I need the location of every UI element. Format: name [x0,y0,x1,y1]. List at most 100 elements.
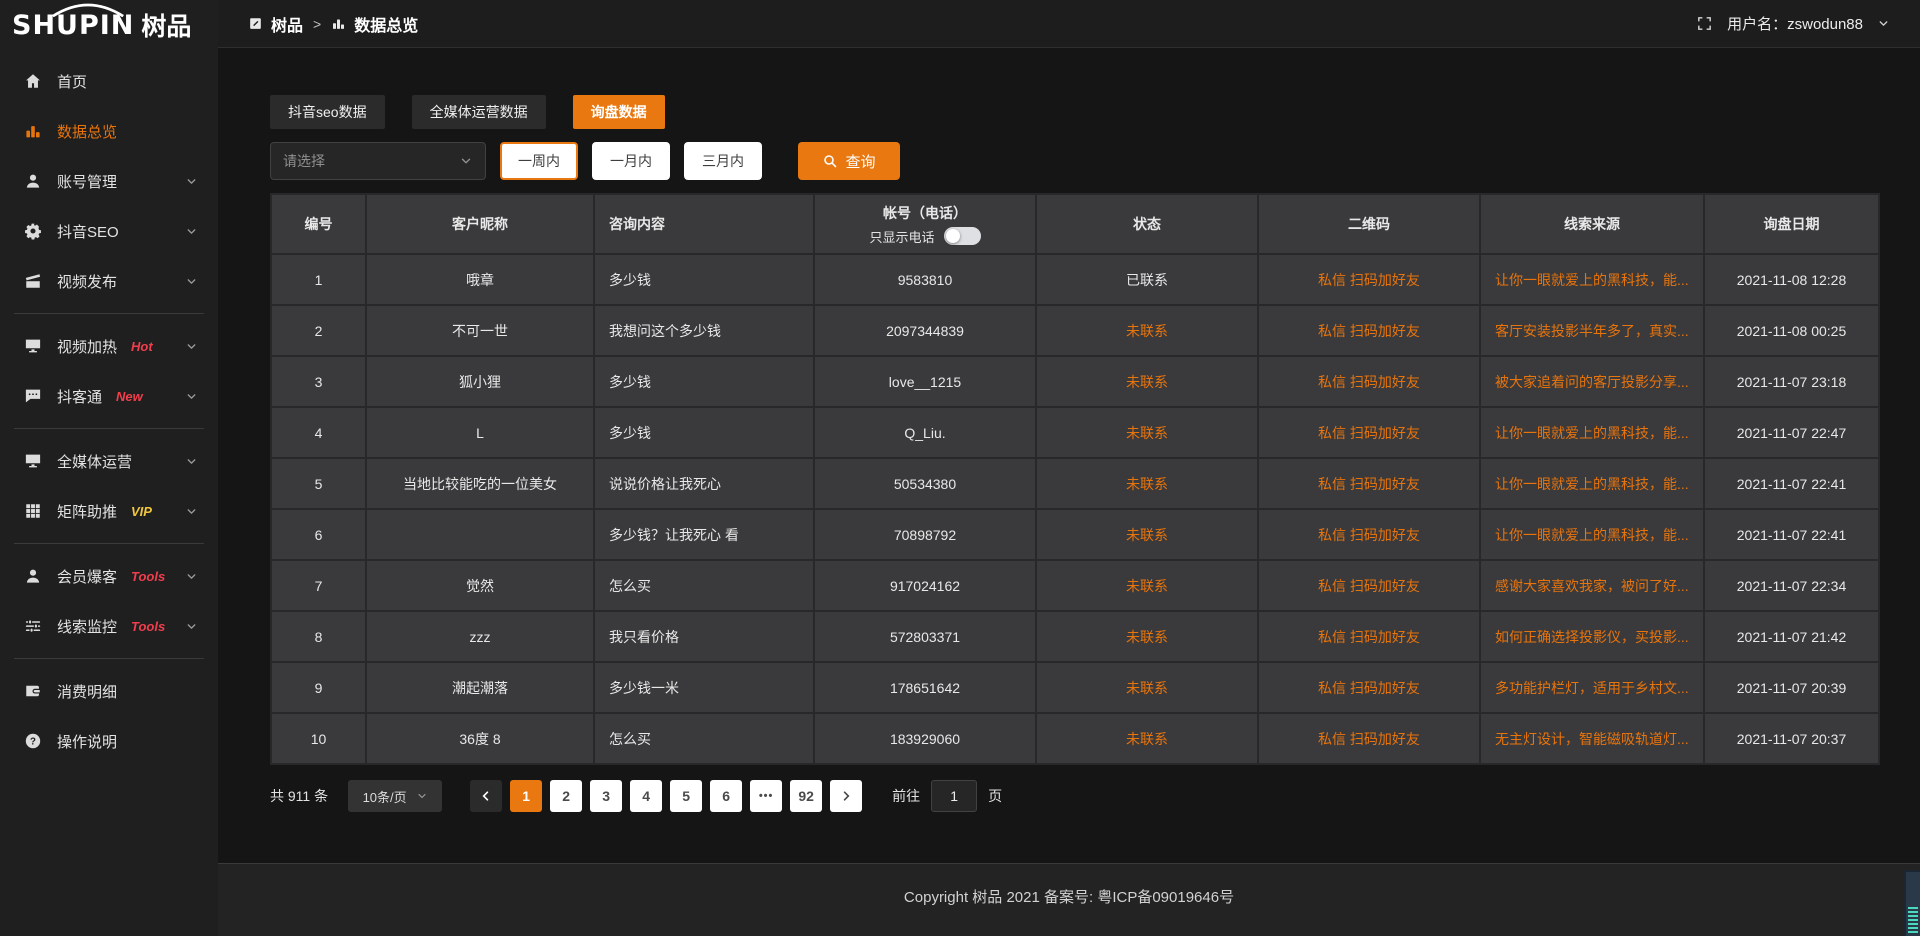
cell-source-link[interactable]: 多功能护栏灯，适用于乡村文... [1480,662,1704,713]
tab-media-ops-data[interactable]: 全媒体运营数据 [412,95,546,129]
goto-page-input[interactable] [931,780,977,812]
cell-status: 未联系 [1036,509,1258,560]
cell-account: Q_Liu. [814,407,1036,458]
sidebar-item-label: 矩阵助推 [57,501,117,522]
range-button-one-week[interactable]: 一周内 [500,142,578,180]
cell-qr-links[interactable]: 私信 扫码加好友 [1258,662,1480,713]
sidebar-item-label: 抖客通 [57,386,102,407]
cell-no: 1 [271,254,366,305]
cell-nickname: 狐小狸 [366,356,594,407]
sidebar-divider [14,313,204,314]
search-button[interactable]: 查询 [798,142,900,180]
chevron-down-icon [459,154,473,168]
page-ellipsis-button[interactable]: ••• [750,780,782,812]
monitor-icon [24,337,42,355]
sidebar-item-operation-guide[interactable]: ?操作说明 [0,716,218,766]
phone-only-toggle[interactable] [944,227,981,245]
sidebar-item-label: 视频发布 [57,271,117,292]
sidebar-item-home[interactable]: 首页 [0,56,218,106]
cell-qr-links[interactable]: 私信 扫码加好友 [1258,713,1480,764]
breadcrumb-separator: > [313,16,321,32]
cell-no: 3 [271,356,366,407]
next-page-button[interactable] [830,780,862,812]
sidebar-item-consume-detail[interactable]: 消费明细 [0,666,218,716]
table-row: 6多少钱？让我死心 看70898792未联系私信 扫码加好友让你一眼就爱上的黑科… [271,509,1879,560]
cell-no: 9 [271,662,366,713]
cell-source-link[interactable]: 无主灯设计，智能磁吸轨道灯... [1480,713,1704,764]
cell-date: 2021-11-07 22:41 [1704,458,1879,509]
topbar-right: 用户名：zswodun88 [1696,13,1890,34]
sidebar-item-video-publish[interactable]: 视频发布 [0,256,218,306]
tab-douyin-seo-data[interactable]: 抖音seo数据 [270,95,385,129]
cell-source-link[interactable]: 让你一眼就爱上的黑科技，能... [1480,407,1704,458]
chevron-down-icon [185,340,198,353]
page-button-4[interactable]: 4 [630,780,662,812]
cell-source-link[interactable]: 客厅安装投影半年多了，真实... [1480,305,1704,356]
fullscreen-icon[interactable] [1696,15,1713,32]
cell-source-link[interactable]: 让你一眼就爱上的黑科技，能... [1480,458,1704,509]
cell-source-link[interactable]: 感谢大家喜欢我家，被问了好... [1480,560,1704,611]
sidebar-item-douketong[interactable]: 抖客通New [0,371,218,421]
cell-nickname: 觉然 [366,560,594,611]
cell-qr-links[interactable]: 私信 扫码加好友 [1258,407,1480,458]
page-button-6[interactable]: 6 [710,780,742,812]
cell-date: 2021-11-08 12:28 [1704,254,1879,305]
cell-qr-links[interactable]: 私信 扫码加好友 [1258,305,1480,356]
cell-source-link[interactable]: 被大家追着问的客厅投影分享... [1480,356,1704,407]
chevron-left-icon [479,789,493,803]
page-button-5[interactable]: 5 [670,780,702,812]
cell-source-link[interactable]: 让你一眼就爱上的黑科技，能... [1480,509,1704,560]
chevron-down-icon [1877,17,1890,30]
page-button-2[interactable]: 2 [550,780,582,812]
sidebar-item-douyin-seo[interactable]: 抖音SEO [0,206,218,256]
table-row: 7觉然怎么买917024162未联系私信 扫码加好友感谢大家喜欢我家，被问了好.… [271,560,1879,611]
sidebar-item-label: 首页 [57,71,87,92]
sidebar-item-data-overview[interactable]: 数据总览 [0,106,218,156]
grid-icon [24,502,42,520]
sidebar-item-clue-monitor[interactable]: 线索监控Tools [0,601,218,651]
col-date-label: 询盘日期 [1764,216,1820,232]
cell-account: 572803371 [814,611,1036,662]
cell-status: 未联系 [1036,458,1258,509]
range-button-three-month[interactable]: 三月内 [684,142,762,180]
filter-select[interactable]: 请选择 [270,142,486,180]
sidebar-item-account-manage[interactable]: 账号管理 [0,156,218,206]
cell-account: 917024162 [814,560,1036,611]
range-buttons: 一周内一月内三月内 [486,142,762,180]
side-widget[interactable] [1904,870,1920,936]
cell-qr-links[interactable]: 私信 扫码加好友 [1258,254,1480,305]
sidebar-item-label: 数据总览 [57,121,117,142]
prev-page-button[interactable] [470,780,502,812]
col-source-label: 线索来源 [1564,216,1620,232]
cell-qr-links[interactable]: 私信 扫码加好友 [1258,356,1480,407]
username[interactable]: 用户名：zswodun88 [1727,13,1863,34]
page-button-1[interactable]: 1 [510,780,542,812]
table-row: 9潮起潮落多少钱一米178651642未联系私信 扫码加好友多功能护栏灯，适用于… [271,662,1879,713]
sidebar-item-label: 账号管理 [57,171,117,192]
cell-qr-links[interactable]: 私信 扫码加好友 [1258,458,1480,509]
tab-inquiry-data[interactable]: 询盘数据 [573,95,665,129]
sidebar-item-member-baoke[interactable]: 会员爆客Tools [0,551,218,601]
cell-qr-links[interactable]: 私信 扫码加好友 [1258,560,1480,611]
cell-source-link[interactable]: 如何正确选择投影仪，买投影... [1480,611,1704,662]
page-button-3[interactable]: 3 [590,780,622,812]
cell-qr-links[interactable]: 私信 扫码加好友 [1258,509,1480,560]
page-button-92[interactable]: 92 [790,780,822,812]
pagination: 共 911 条 10条/页 123456•••92 前往 页 [270,780,1880,812]
cell-qr-links[interactable]: 私信 扫码加好友 [1258,611,1480,662]
page-size-select[interactable]: 10条/页 [348,780,442,812]
range-button-one-month[interactable]: 一月内 [592,142,670,180]
chat-icon [24,387,42,405]
cell-source-link[interactable]: 让你一眼就爱上的黑科技，能... [1480,254,1704,305]
sidebar-item-matrix-boost[interactable]: 矩阵助推VIP [0,486,218,536]
logo-arc [30,1,146,17]
table-row: 4L多少钱Q_Liu.未联系私信 扫码加好友让你一眼就爱上的黑科技，能...20… [271,407,1879,458]
cell-date: 2021-11-07 22:41 [1704,509,1879,560]
cell-no: 7 [271,560,366,611]
sidebar-item-media-operation[interactable]: 全媒体运营 [0,436,218,486]
sidebar-item-video-heat[interactable]: 视频加热Hot [0,321,218,371]
breadcrumb-root[interactable]: 树品 [271,12,303,36]
app-logo[interactable]: SHUPIN 树品 [0,0,218,50]
sidebar-menu: 首页数据总览账号管理抖音SEO视频发布视频加热Hot抖客通New全媒体运营矩阵助… [0,50,218,766]
search-icon [822,153,838,169]
